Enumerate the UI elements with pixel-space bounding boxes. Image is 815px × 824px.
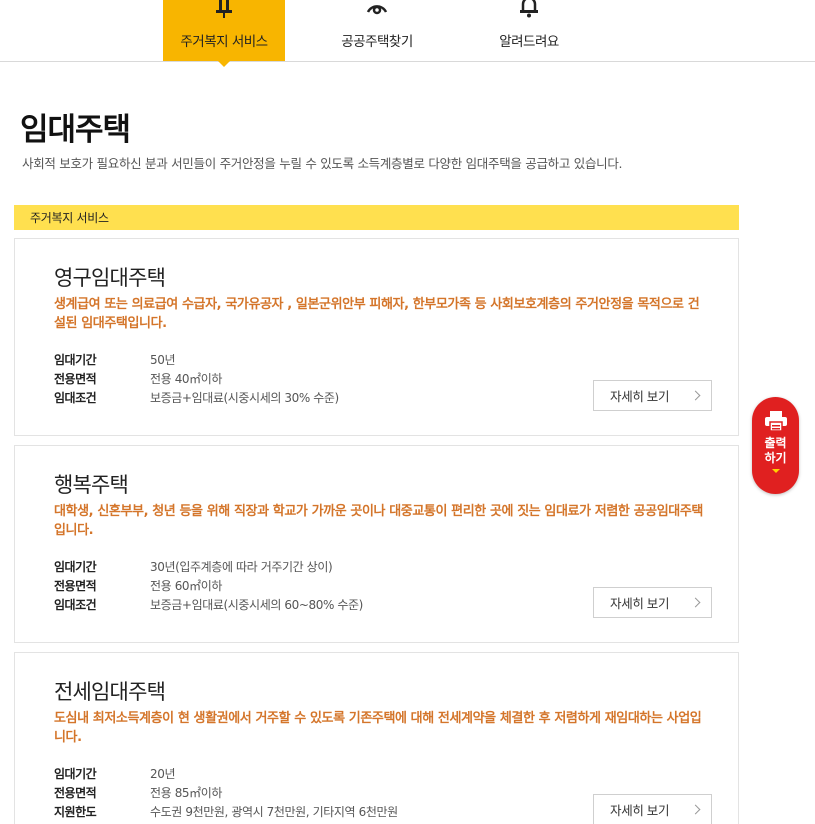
info-label: 임대조건 [54,598,97,612]
info-row: 임대조건 보증금+임대료(시중시세의 60~80% 수준) [54,596,363,615]
page-description: 사회적 보호가 필요하신 분과 서민들이 주거안정을 누릴 수 있도록 소득계층… [22,156,623,171]
info-row: 임대조건 보증금+임대료(시중시세의 30% 수준) [54,389,339,408]
card-description: 생계급여 또는 의료급여 수급자, 국가유공자 , 일본군위안부 피해자, 한부… [54,297,700,331]
bell-icon [520,0,538,18]
info-row: 지원한도 수도권 9천만원, 광역시 7천만원, 기타지역 6천만원 [54,803,398,822]
info-row: 임대기간 20년 [54,765,398,784]
view-details-button[interactable]: 자세히 보기 [593,380,712,411]
card-description: 대학생, 신혼부부, 청년 등을 위해 직장과 학교가 가까운 곳이나 대중교통… [54,504,703,538]
view-details-button[interactable]: 자세히 보기 [593,587,712,618]
info-value: 50년 [150,353,176,367]
info-value: 전용 40㎡이하 [150,372,223,386]
info-row: 임대기간 50년 [54,351,339,370]
tab-find-public-housing[interactable]: 공공주택찾기 [316,0,438,61]
housing-card-happy-housing: 행복주택 대학생, 신혼부부, 청년 등을 위해 직장과 학교가 가까운 곳이나… [14,445,739,643]
caret-down-icon [771,469,780,473]
print-button[interactable]: 출력하기 [752,397,799,494]
printer-icon [764,411,787,432]
info-row: 전용면적 전용 85㎡이하 [54,784,398,803]
info-value: 전용 85㎡이하 [150,786,223,800]
housing-card-permanent-rental: 영구임대주택 생계급여 또는 의료급여 수급자, 국가유공자 , 일본군위안부 … [14,238,739,436]
info-label: 전용면적 [54,372,97,386]
info-row: 임대기간 30년(입주계층에 따라 거주기간 상이) [54,558,363,577]
card-info-list: 임대기간 50년 전용면적 전용 40㎡이하 임대조건 보증금+임대료(시중시세… [54,351,339,408]
card-title: 행복주택 [54,473,129,497]
print-label: 출력하기 [764,436,787,465]
info-value: 보증금+임대료(시중시세의 30% 수준) [150,391,339,405]
button-label: 자세히 보기 [610,390,670,404]
tab-notices[interactable]: 알려드려요 [468,0,590,61]
chevron-right-icon [690,804,701,815]
top-nav: 주거복지 서비스 공공주택찾기 알려드려요 [0,0,815,67]
info-value: 20년 [150,767,176,781]
info-label: 임대기간 [54,767,97,781]
card-title: 영구임대주택 [54,266,166,290]
section-header: 주거복지 서비스 [14,205,739,230]
card-info-list: 임대기간 20년 전용면적 전용 85㎡이하 지원한도 수도권 9천만원, 광역… [54,765,398,822]
chevron-right-icon [690,597,701,608]
button-label: 자세히 보기 [610,804,670,818]
tab-label: 공공주택찾기 [341,34,413,50]
card-info-list: 임대기간 30년(입주계층에 따라 거주기간 상이) 전용면적 전용 60㎡이하… [54,558,363,615]
info-label: 임대조건 [54,391,97,405]
info-value: 30년(입주계층에 따라 거주기간 상이) [150,560,333,574]
info-label: 임대기간 [54,353,97,367]
view-details-button[interactable]: 자세히 보기 [593,794,712,824]
info-label: 전용면적 [54,786,97,800]
tab-label: 주거복지 서비스 [180,34,268,50]
info-value: 전용 60㎡이하 [150,579,223,593]
info-value: 수도권 9천만원, 광역시 7천만원, 기타지역 6천만원 [150,805,398,819]
button-label: 자세히 보기 [610,597,670,611]
card-title: 전세임대주택 [54,680,166,704]
location-pin-icon [366,5,388,15]
card-description: 도심내 최저소득계층이 현 생활권에서 거주할 수 있도록 기존주택에 대해 전… [54,711,702,745]
info-label: 전용면적 [54,579,97,593]
chevron-right-icon [690,390,701,401]
tab-housing-welfare-service[interactable]: 주거복지 서비스 [163,0,285,67]
info-value: 보증금+임대료(시중시세의 60~80% 수준) [150,598,363,612]
info-label: 임대기간 [54,560,97,574]
info-row: 전용면적 전용 40㎡이하 [54,370,339,389]
housing-card-jeonse-rental: 전세임대주택 도심내 최저소득계층이 현 생활권에서 거주할 수 있도록 기존주… [14,652,739,824]
signpost-icon [216,0,232,18]
info-label: 지원한도 [54,805,97,819]
tab-label: 알려드려요 [499,34,559,50]
page-title: 임대주택 [20,112,131,148]
info-row: 전용면적 전용 60㎡이하 [54,577,363,596]
